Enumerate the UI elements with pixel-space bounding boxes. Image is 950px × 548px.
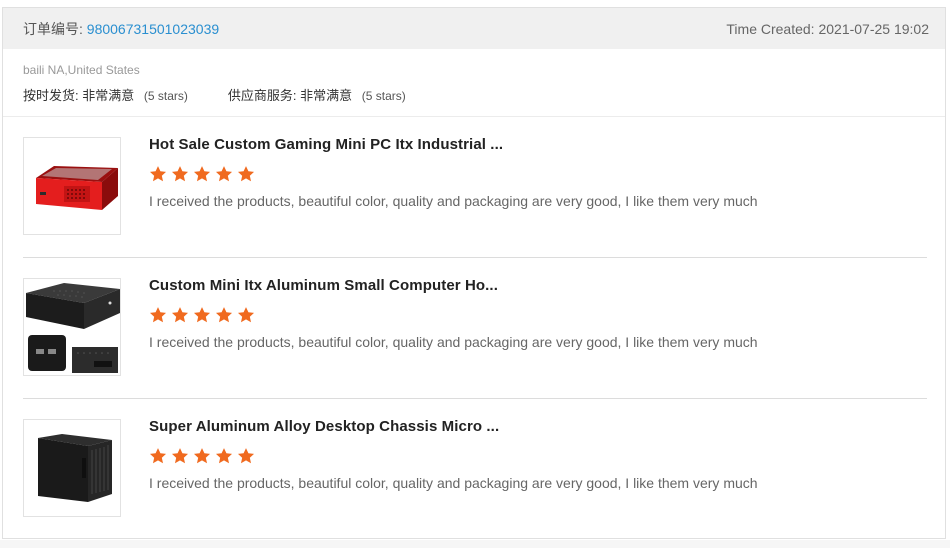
rating-label: 按时发货: xyxy=(23,88,79,103)
star-icon xyxy=(149,448,167,464)
star-icon xyxy=(237,166,255,182)
item-info: Hot Sale Custom Gaming Mini PC Itx Indus… xyxy=(149,136,758,210)
star-icon xyxy=(237,448,255,464)
rating-value: 非常满意 xyxy=(300,88,353,103)
item-info: Super Aluminum Alloy Desktop Chassis Mic… xyxy=(149,418,758,492)
star-icon xyxy=(171,166,189,182)
review-item: Super Aluminum Alloy Desktop Chassis Mic… xyxy=(23,399,927,540)
order-number-link[interactable]: 98006731501023039 xyxy=(87,21,219,37)
review-item: Hot Sale Custom Gaming Mini PC Itx Indus… xyxy=(23,117,927,258)
order-number-label: 订单编号: xyxy=(23,20,83,37)
red-pc-case-image xyxy=(36,166,118,210)
order-number-block: 订单编号: 98006731501023039 xyxy=(23,19,219,39)
rating-supplier-service: 供应商服务: 非常满意 (5 stars) xyxy=(228,85,406,104)
product-thumbnail[interactable] xyxy=(23,419,121,517)
black-aluminum-case-image xyxy=(26,283,120,373)
product-thumbnail[interactable] xyxy=(23,137,121,235)
review-text: I received the products, beautiful color… xyxy=(149,193,758,209)
rating-on-time-delivery: 按时发货: 非常满意 (5 stars) xyxy=(23,85,188,104)
review-text: I received the products, beautiful color… xyxy=(149,475,758,491)
product-title[interactable]: Custom Mini Itx Aluminum Small Computer … xyxy=(149,277,758,295)
star-icon xyxy=(149,166,167,182)
order-time-created: Time Created: 2021-07-25 19:02 xyxy=(726,20,929,37)
order-review-card: 订单编号: 98006731501023039 Time Created: 20… xyxy=(2,7,946,539)
item-info: Custom Mini Itx Aluminum Small Computer … xyxy=(149,277,758,351)
review-items: Hot Sale Custom Gaming Mini PC Itx Indus… xyxy=(3,117,945,540)
order-header: 订单编号: 98006731501023039 Time Created: 20… xyxy=(3,8,945,49)
seller-info: baili NA,United States 按时发货: 非常满意 (5 sta… xyxy=(3,49,945,117)
rating-value: 非常满意 xyxy=(82,88,135,103)
black-chassis-image xyxy=(38,434,112,502)
star-icon xyxy=(193,448,211,464)
review-text: I received the products, beautiful color… xyxy=(149,334,758,350)
star-icon xyxy=(215,166,233,182)
star-icon xyxy=(171,448,189,464)
review-item: Custom Mini Itx Aluminum Small Computer … xyxy=(23,258,927,399)
seller-location: baili NA,United States xyxy=(23,63,140,77)
star-icon xyxy=(171,307,189,323)
star-icon xyxy=(149,307,167,323)
item-star-rating xyxy=(149,165,758,183)
star-icon xyxy=(215,307,233,323)
product-thumbnail[interactable] xyxy=(23,278,121,376)
product-title[interactable]: Hot Sale Custom Gaming Mini PC Itx Indus… xyxy=(149,136,758,154)
star-icon xyxy=(237,307,255,323)
item-star-rating xyxy=(149,447,758,465)
seller-ratings: 按时发货: 非常满意 (5 stars) 供应商服务: 非常满意 (5 star… xyxy=(23,85,925,104)
item-star-rating xyxy=(149,306,758,324)
rating-label: 供应商服务: xyxy=(227,88,297,103)
rating-stars-text: (5 stars) xyxy=(361,89,406,103)
product-title[interactable]: Super Aluminum Alloy Desktop Chassis Mic… xyxy=(149,418,758,436)
rating-stars-text: (5 stars) xyxy=(143,89,188,103)
star-icon xyxy=(193,166,211,182)
star-icon xyxy=(215,448,233,464)
star-icon xyxy=(193,307,211,323)
page-bottom-strip xyxy=(0,540,950,548)
